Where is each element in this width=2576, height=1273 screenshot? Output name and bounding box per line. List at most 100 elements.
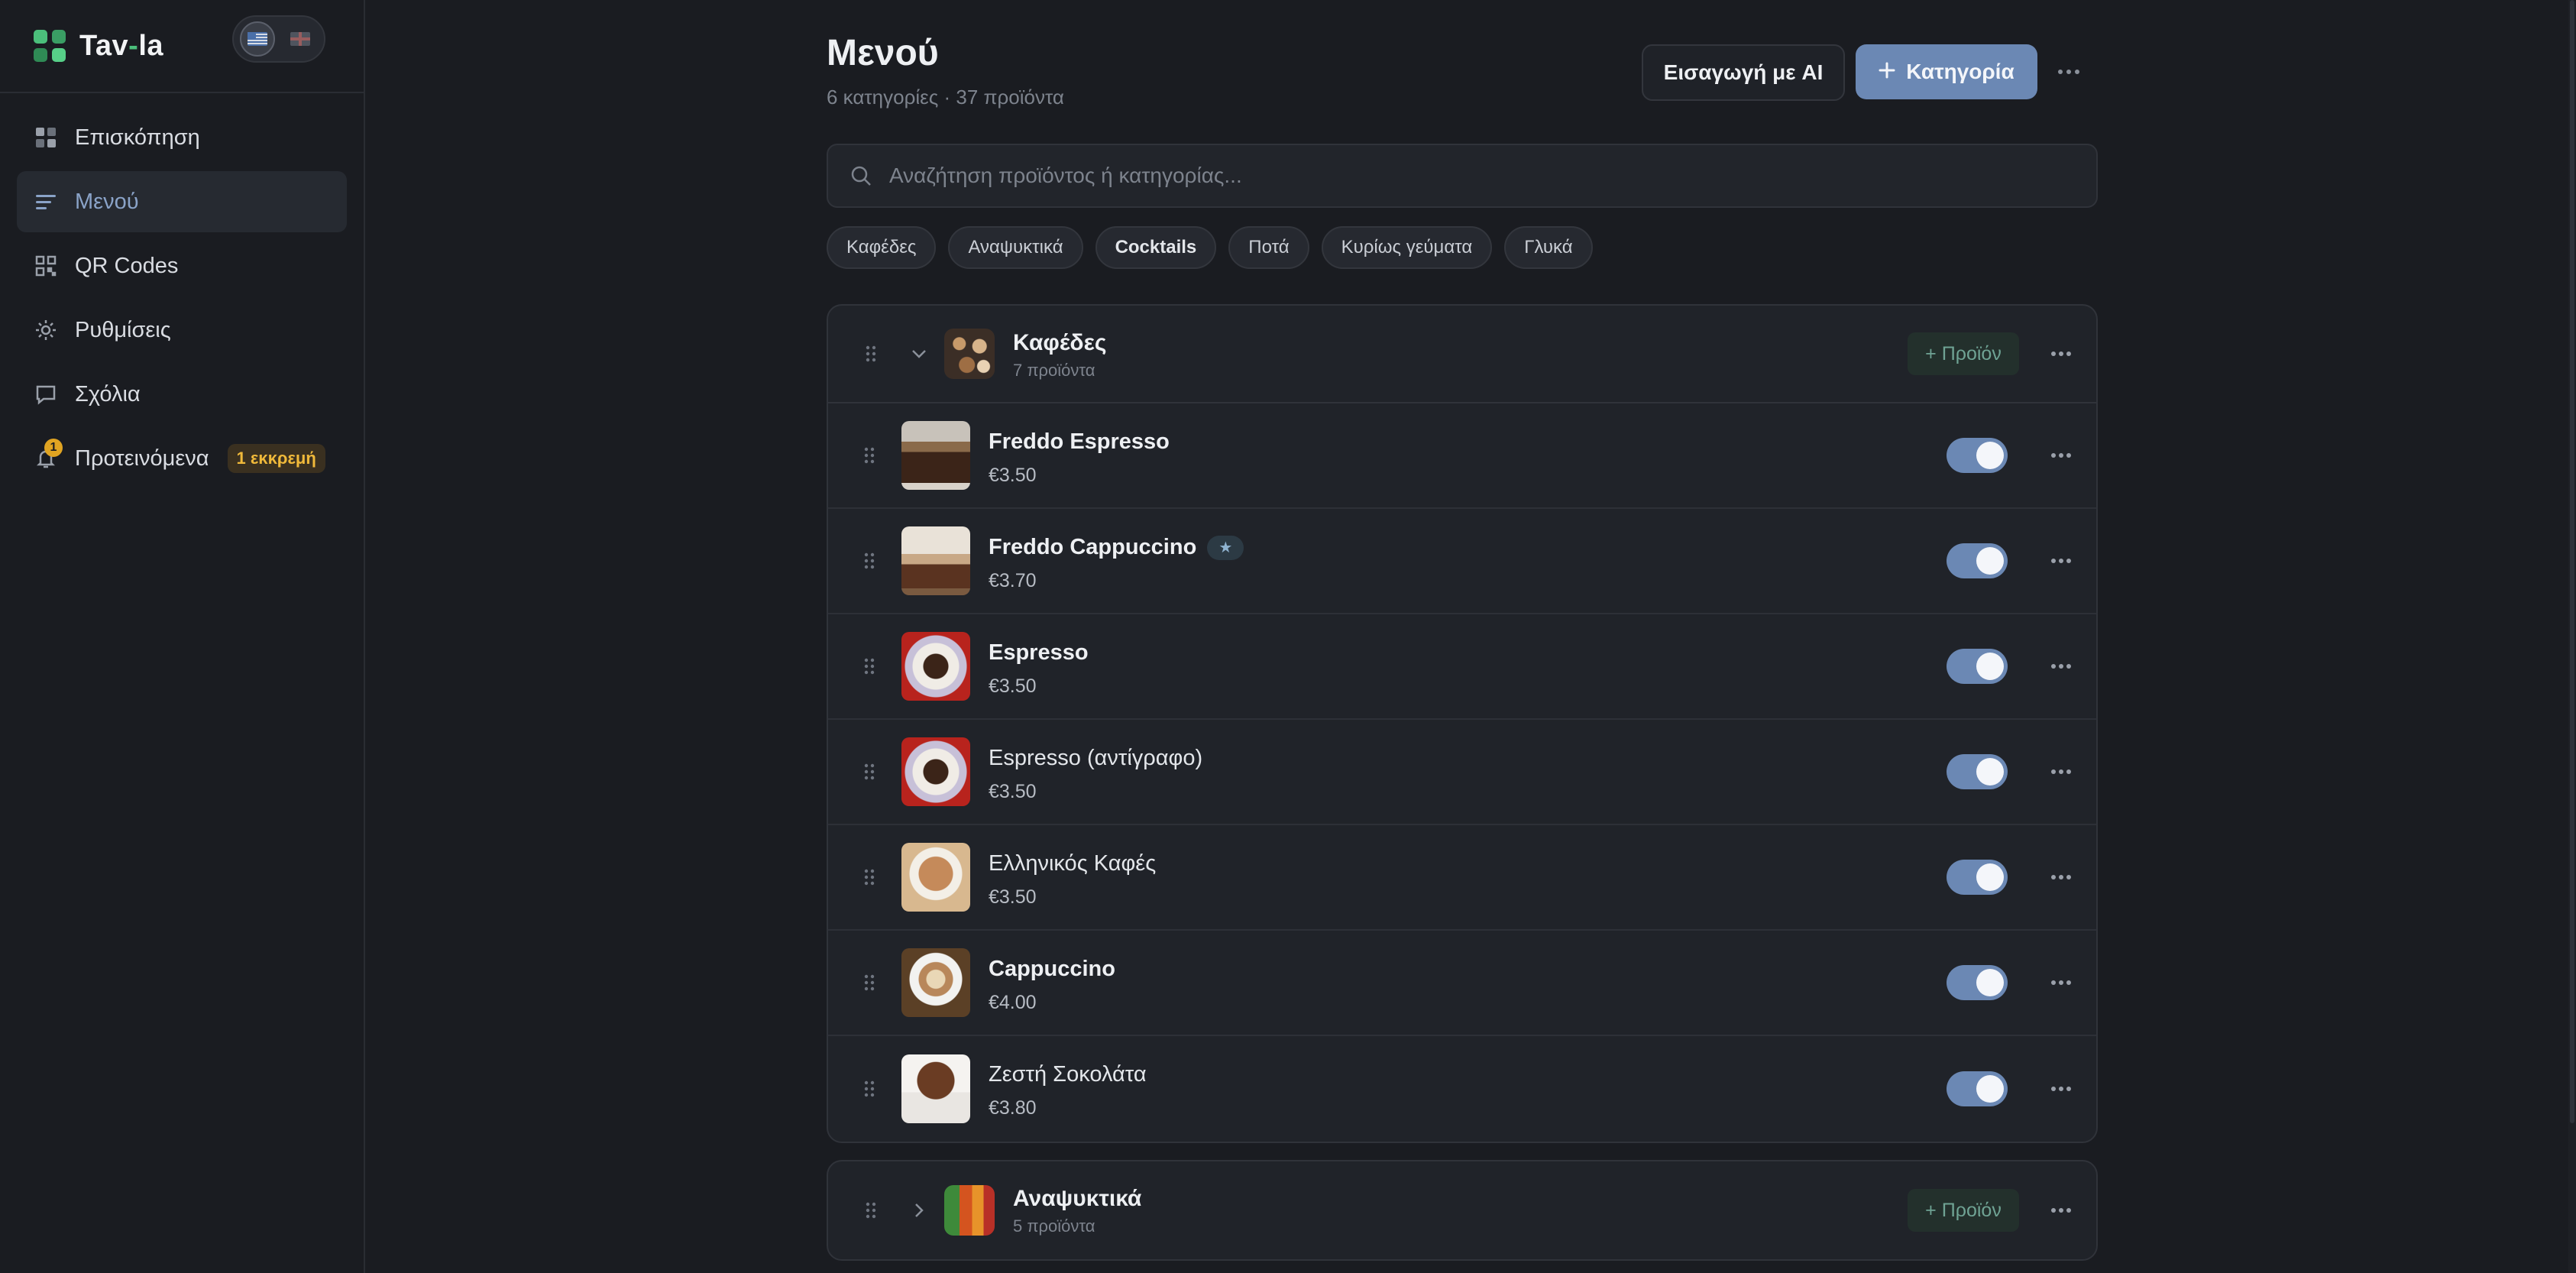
more-horizontal-icon[interactable] xyxy=(2053,57,2084,87)
add-category-button[interactable]: Κατηγορία xyxy=(1856,44,2037,99)
filter-chip-soft-drinks[interactable]: Αναψυκτικά xyxy=(948,226,1083,269)
category-header: Καφέδες 7 προϊόντα + Προϊόν xyxy=(828,306,2096,403)
more-horizontal-icon[interactable] xyxy=(2046,651,2076,682)
more-horizontal-icon[interactable] xyxy=(2046,1195,2076,1226)
menu-lines-icon xyxy=(34,189,58,214)
category-card-coffees: Καφέδες 7 προϊόντα + Προϊόν Freddo Espre… xyxy=(827,304,2098,1143)
drag-handle-icon[interactable] xyxy=(859,651,880,682)
availability-toggle[interactable] xyxy=(1947,438,2008,473)
drag-handle-icon[interactable] xyxy=(859,756,880,787)
sidebar-item-comments[interactable]: Σχόλια xyxy=(17,364,347,425)
notification-count-badge: 1 xyxy=(44,439,63,457)
product-price: €3.50 xyxy=(989,465,1037,486)
drag-handle-icon[interactable] xyxy=(859,862,880,892)
add-product-button[interactable]: + Προϊόν xyxy=(1908,332,2019,375)
product-name: Freddo Cappuccino ★ xyxy=(989,535,1244,560)
more-horizontal-icon[interactable] xyxy=(2046,546,2076,576)
product-row: Espresso (αντίγραφο) €3.50 xyxy=(828,720,2096,825)
sidebar-item-label: Μενού xyxy=(75,189,139,214)
availability-toggle[interactable] xyxy=(1947,543,2008,578)
availability-toggle[interactable] xyxy=(1947,1071,2008,1106)
product-name: Cappuccino xyxy=(989,957,1115,981)
category-thumbnail xyxy=(944,1185,995,1236)
brand-header: Tav-la xyxy=(0,0,364,93)
chevron-right-icon[interactable] xyxy=(908,1199,930,1222)
product-thumbnail xyxy=(901,843,970,912)
qr-code-icon xyxy=(34,254,58,278)
drag-handle-icon[interactable] xyxy=(860,1195,882,1226)
product-name: Ζεστή Σοκολάτα xyxy=(989,1062,1147,1087)
product-thumbnail xyxy=(901,421,970,490)
featured-star-icon: ★ xyxy=(1207,535,1244,560)
product-thumbnail xyxy=(901,526,970,595)
pending-badge: 1 εκκρεμή xyxy=(227,444,325,473)
add-product-button[interactable]: + Προϊόν xyxy=(1908,1189,2019,1232)
scrollbar-thumb[interactable] xyxy=(2570,0,2574,1123)
app-logo-icon xyxy=(34,30,66,62)
plus-icon xyxy=(1879,60,1895,84)
product-name: Freddo Espresso xyxy=(989,429,1170,454)
product-thumbnail xyxy=(901,1054,970,1123)
product-row: Ελληνικός Καφές €3.50 xyxy=(828,825,2096,931)
drag-handle-icon[interactable] xyxy=(859,546,880,576)
more-horizontal-icon[interactable] xyxy=(2046,967,2076,998)
filter-chip-drinks[interactable]: Ποτά xyxy=(1228,226,1309,269)
category-count: 7 προϊόντα xyxy=(1013,361,1095,380)
sidebar-item-label: Προτεινόμενα xyxy=(75,445,209,471)
product-price: €3.50 xyxy=(989,886,1037,908)
dashboard-icon xyxy=(34,125,58,150)
more-horizontal-icon[interactable] xyxy=(2046,1074,2076,1104)
product-row: Espresso €3.50 xyxy=(828,614,2096,720)
product-price: €4.00 xyxy=(989,992,1037,1013)
search-input[interactable] xyxy=(889,164,2075,188)
sidebar: Tav-la Επισκόπηση Μενού QR Codes Ρυθμίσε… xyxy=(0,0,365,1273)
sidebar-item-suggestions[interactable]: 1 Προτεινόμενα 1 εκκρεμή xyxy=(17,428,347,489)
sidebar-item-settings[interactable]: Ρυθμίσεις xyxy=(17,300,347,361)
category-name: Καφέδες xyxy=(1013,330,1107,355)
category-card-soft-drinks: Αναψυκτικά 5 προϊόντα + Προϊόν xyxy=(827,1160,2098,1261)
add-category-label: Κατηγορία xyxy=(1906,60,2015,83)
product-row: Freddo Cappuccino ★ €3.70 xyxy=(828,509,2096,614)
drag-handle-icon[interactable] xyxy=(859,967,880,998)
more-horizontal-icon[interactable] xyxy=(2046,862,2076,892)
product-price: €3.80 xyxy=(989,1097,1037,1119)
availability-toggle[interactable] xyxy=(1947,649,2008,684)
drag-handle-icon[interactable] xyxy=(859,1074,880,1104)
search-icon xyxy=(849,163,875,189)
drag-handle-icon[interactable] xyxy=(860,338,882,369)
filter-chip-cocktails[interactable]: Cocktails xyxy=(1095,226,1217,269)
product-row: Freddo Espresso €3.50 xyxy=(828,403,2096,509)
filter-chip-main-dishes[interactable]: Κυρίως γεύματα xyxy=(1321,226,1493,269)
comment-icon xyxy=(34,382,58,407)
category-name: Αναψυκτικά xyxy=(1013,1186,1142,1211)
sidebar-item-label: Σχόλια xyxy=(75,381,141,407)
drag-handle-icon[interactable] xyxy=(859,440,880,471)
product-thumbnail xyxy=(901,737,970,806)
availability-toggle[interactable] xyxy=(1947,965,2008,1000)
language-switch[interactable] xyxy=(232,15,325,63)
app-name: Tav-la xyxy=(79,29,164,62)
sidebar-item-qr-codes[interactable]: QR Codes xyxy=(17,235,347,296)
page-scrollbar[interactable] xyxy=(2568,0,2576,1273)
uk-flag-icon[interactable] xyxy=(283,21,318,57)
sidebar-item-overview[interactable]: Επισκόπηση xyxy=(17,107,347,168)
sidebar-item-label: Ρυθμίσεις xyxy=(75,317,171,342)
import-with-ai-button[interactable]: Εισαγωγή με AI xyxy=(1642,44,1845,101)
product-name: Espresso xyxy=(989,640,1089,665)
product-thumbnail xyxy=(901,632,970,701)
more-horizontal-icon[interactable] xyxy=(2046,440,2076,471)
availability-toggle[interactable] xyxy=(1947,754,2008,789)
greek-flag-icon[interactable] xyxy=(240,21,275,57)
filter-chip-coffees[interactable]: Καφέδες xyxy=(827,226,937,269)
sidebar-item-menu[interactable]: Μενού xyxy=(17,171,347,232)
more-horizontal-icon[interactable] xyxy=(2046,756,2076,787)
filter-chip-desserts[interactable]: Γλυκά xyxy=(1504,226,1593,269)
product-row: Ζεστή Σοκολάτα €3.80 xyxy=(828,1036,2096,1142)
chevron-down-icon[interactable] xyxy=(908,342,930,365)
page-subtitle: 6 κατηγορίες · 37 προϊόντα xyxy=(827,86,1064,109)
category-count: 5 προϊόντα xyxy=(1013,1216,1095,1236)
category-header: Αναψυκτικά 5 προϊόντα + Προϊόν xyxy=(828,1161,2096,1259)
more-horizontal-icon[interactable] xyxy=(2046,338,2076,369)
product-thumbnail xyxy=(901,948,970,1017)
availability-toggle[interactable] xyxy=(1947,860,2008,895)
